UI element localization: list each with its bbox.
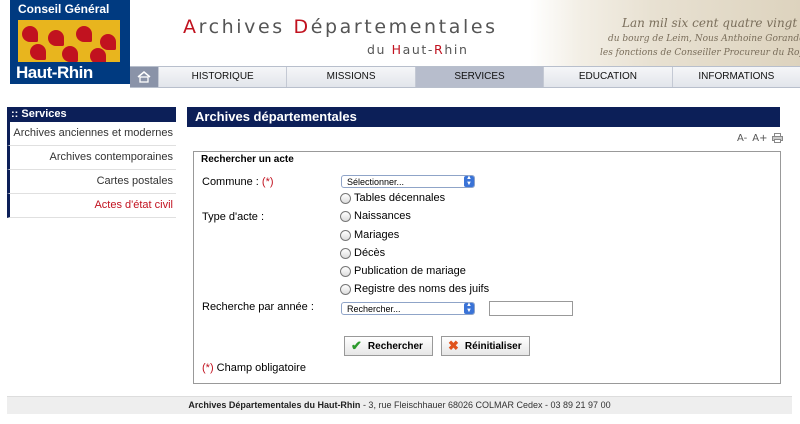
page-title: Archives départementales: [187, 107, 780, 127]
manuscript-line: du bourg de Leim, Nous Anthoine Gorandel: [608, 34, 800, 44]
radio-icon[interactable]: [340, 192, 351, 204]
radio-registre-juifs[interactable]: Registre des noms des juifs: [340, 283, 489, 295]
radio-tables-decennales[interactable]: Tables décennales: [340, 192, 445, 204]
sidebar-title: :: Services: [7, 107, 176, 122]
radio-naissances[interactable]: Naissances: [340, 210, 411, 222]
manuscript-banner: Lan mil six cent quatre vingt trois du b…: [530, 0, 800, 66]
main-nav: HISTORIQUE MISSIONS SERVICES EDUCATION I…: [130, 66, 800, 88]
coat-of-arms-icon: [18, 20, 120, 62]
sidebar: :: Services Archives anciennes et modern…: [7, 107, 176, 218]
radio-icon[interactable]: [340, 283, 351, 295]
radio-mariages[interactable]: Mariages: [340, 229, 399, 241]
annee-input[interactable]: [489, 301, 573, 316]
type-acte-label: Type d'acte :: [202, 211, 265, 223]
conseil-general-logo[interactable]: Conseil Général Haut-Rhin: [10, 0, 130, 84]
site-subtitle: du Haut-Rhin: [367, 42, 469, 57]
checkmark-icon: ✔: [351, 338, 362, 353]
footer: Archives Départementales du Haut-Rhin - …: [7, 396, 792, 414]
cross-icon: ✖: [448, 338, 459, 353]
manuscript-line: Lan mil six cent quatre vingt trois: [622, 16, 800, 30]
nav-education[interactable]: EDUCATION: [543, 67, 672, 87]
manuscript-line: les fonctions de Conseiller Procureur du…: [600, 48, 800, 58]
commune-label: Commune : (*): [202, 176, 274, 188]
radio-icon[interactable]: [340, 265, 351, 277]
radio-icon[interactable]: [340, 210, 351, 222]
footer-org: Archives Départementales du Haut-Rhin: [188, 400, 361, 410]
sidebar-item-archives-anciennes[interactable]: Archives anciennes et modernes: [7, 122, 176, 146]
required-note: (*) Champ obligatoire: [202, 362, 306, 374]
home-button[interactable]: [130, 67, 158, 87]
nav-missions[interactable]: MISSIONS: [286, 67, 415, 87]
radio-publication-mariage[interactable]: Publication de mariage: [340, 265, 466, 277]
text-tools: A- A+: [737, 133, 784, 144]
nav-informations[interactable]: INFORMATIONS: [671, 67, 800, 87]
search-button[interactable]: ✔ Rechercher: [344, 336, 433, 356]
footer-address: - 3, rue Fleischhauer 68026 COLMAR Cedex…: [360, 400, 611, 410]
nav-services[interactable]: SERVICES: [414, 67, 544, 87]
increase-font-button[interactable]: A+: [752, 133, 767, 144]
home-icon: [137, 71, 151, 83]
reset-button[interactable]: ✖ Réinitialiser: [441, 336, 530, 356]
printer-icon[interactable]: [772, 133, 784, 143]
site-title: Archives Départementales: [183, 16, 498, 38]
sidebar-item-actes-etat-civil[interactable]: Actes d'état civil: [7, 194, 176, 218]
sidebar-item-cartes-postales[interactable]: Cartes postales: [7, 170, 176, 194]
radio-icon[interactable]: [340, 247, 351, 259]
select-arrows-icon: ▲ ▼: [464, 302, 474, 314]
annee-label: Recherche par année :: [202, 301, 314, 313]
annee-select[interactable]: Rechercher... ▲ ▼: [341, 302, 475, 315]
commune-select[interactable]: Sélectionner... ▲ ▼: [341, 175, 475, 188]
radio-deces[interactable]: Décès: [340, 247, 385, 259]
select-arrows-icon: ▲ ▼: [464, 175, 474, 187]
decrease-font-button[interactable]: A-: [737, 133, 747, 144]
form-legend: Rechercher un acte: [199, 154, 296, 165]
nav-historique[interactable]: HISTORIQUE: [158, 67, 287, 87]
sidebar-item-archives-contemporaines[interactable]: Archives contemporaines: [7, 146, 176, 170]
radio-icon[interactable]: [340, 229, 351, 241]
